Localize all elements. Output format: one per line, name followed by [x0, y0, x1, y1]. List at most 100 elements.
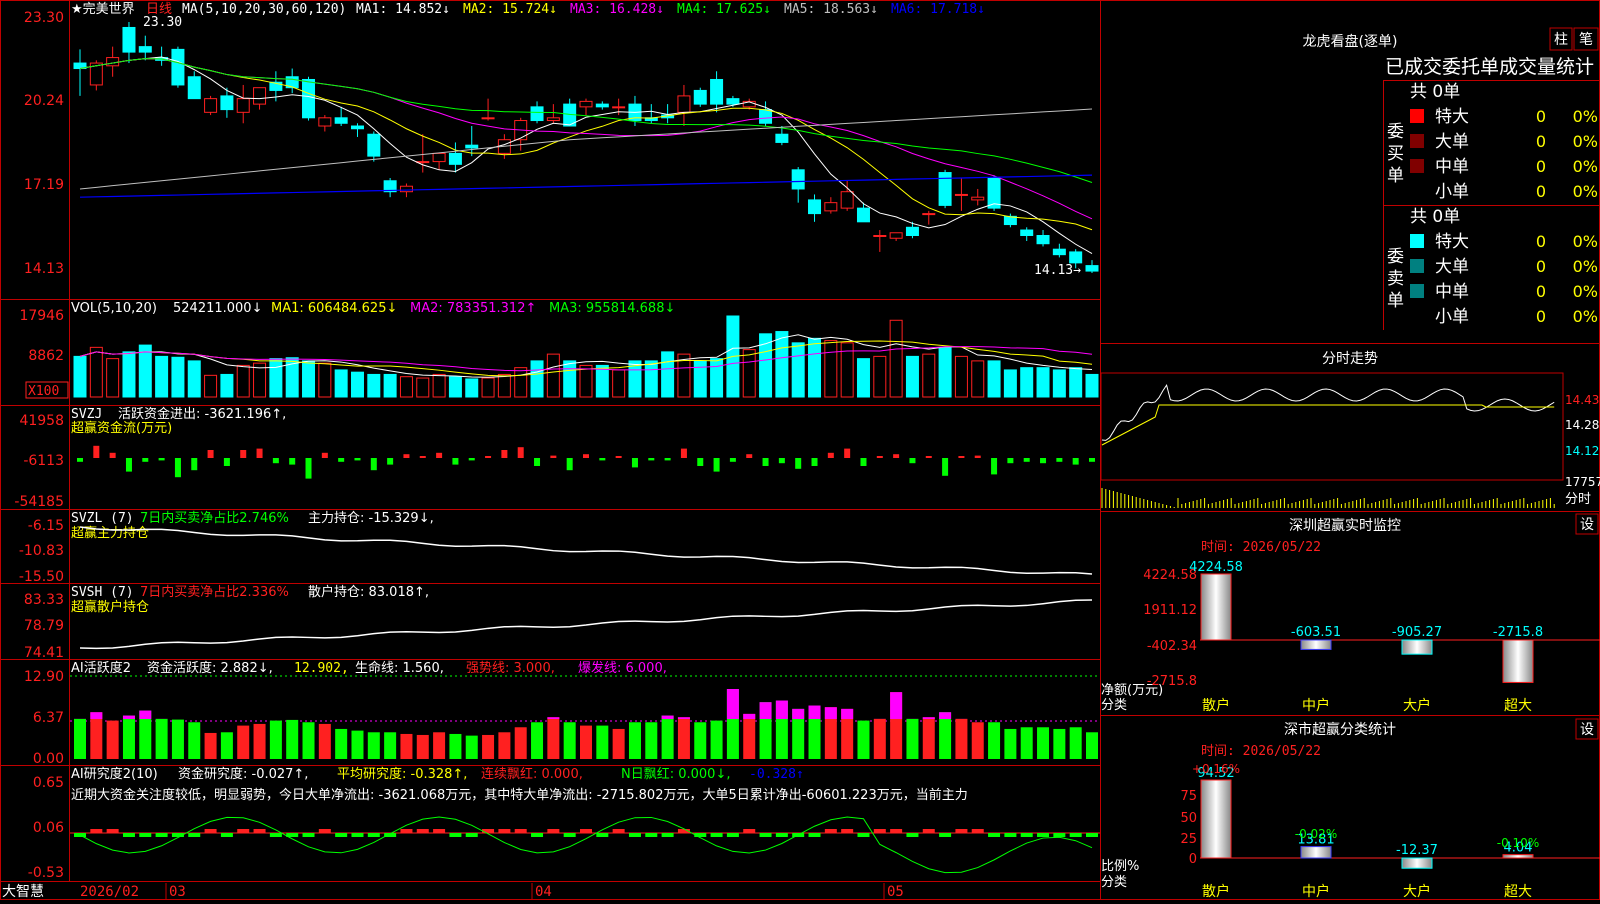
- ma1-value: MA1: 14.852↓: [356, 2, 450, 17]
- vol-unit: X100: [28, 384, 59, 399]
- vol-value: 524211.000↓: [173, 301, 262, 316]
- classification-chart[interactable]: 755025094.52散户13.81中户-12.37大户4.04超大+0.16…: [1180, 762, 1600, 900]
- research-chart[interactable]: [70, 817, 1100, 873]
- vol-ma3: MA3: 955814.688↓: [549, 301, 675, 316]
- intraday-vol-tick: 17757: [1565, 475, 1600, 489]
- research-bar: [596, 833, 608, 837]
- fund-flow-bar: [550, 456, 556, 458]
- activity-chart[interactable]: [70, 676, 1100, 759]
- research-bar: [890, 829, 902, 833]
- activity-bar: [90, 712, 102, 759]
- volume-bar: [270, 359, 282, 397]
- high-price-label: 23.30: [143, 15, 182, 30]
- bar-value: -12.37: [1396, 843, 1438, 858]
- volume-bar: [743, 350, 755, 397]
- candlestick-chart[interactable]: [74, 22, 1098, 273]
- candle-body: [368, 134, 380, 156]
- ai1-title: 资金活跃度: 2.882↓,: [147, 660, 273, 676]
- ai2-v2: 连续飘红: 0.000,: [481, 766, 583, 782]
- ai2-ytick: 0.06: [33, 820, 64, 836]
- volume-bar: [515, 368, 527, 397]
- ai1-header: AI活跃度2 资金活跃度: 2.882↓, 12.902, 生命线: 1.560…: [71, 660, 667, 676]
- retail-position-line[interactable]: [80, 600, 1092, 648]
- research-bar: [319, 829, 331, 833]
- volume-bar: [482, 378, 494, 397]
- fund-flow-bar: [436, 453, 442, 458]
- candle-body: [857, 208, 869, 222]
- candle-body: [809, 200, 821, 214]
- ma3-value: MA3: 16.428↓: [570, 2, 664, 17]
- volume-bar: [547, 354, 559, 397]
- volume-bar: [857, 359, 869, 397]
- activity-bar: [303, 722, 315, 759]
- fund-flow-bar: [567, 458, 573, 470]
- ai1-yaxis: 12.90 6.37 0.00: [24, 669, 64, 767]
- fund-flow-chart[interactable]: [77, 446, 1095, 479]
- activity-peak: [727, 689, 739, 719]
- activity-peak: [841, 709, 853, 719]
- volume-bar: [890, 320, 902, 397]
- activity-bar: [335, 729, 347, 759]
- activity-peak: [123, 716, 135, 719]
- volume-bar: [90, 347, 102, 397]
- vol-ytick: 17946: [19, 308, 64, 324]
- volume-bar: [156, 356, 168, 397]
- fund-flow-bar: [1089, 458, 1095, 462]
- activity-bar: [270, 721, 282, 759]
- research-bar: [107, 829, 119, 833]
- category-label: 超大: [1504, 698, 1532, 714]
- research-bar: [417, 829, 429, 833]
- intraday-chart[interactable]: 14.4314.2814.1217757分时: [1101, 373, 1600, 508]
- activity-bar: [874, 719, 886, 759]
- x-axis: 大智慧 2026/02 03 04 05: [2, 883, 904, 900]
- volume-chart[interactable]: [74, 316, 1098, 397]
- bar-value: -603.51: [1291, 625, 1341, 640]
- candle-body: [727, 99, 739, 104]
- main-force-position-line[interactable]: [80, 527, 1092, 574]
- low-price-label: 14.13→: [1034, 263, 1081, 278]
- order-name: 中单: [1435, 282, 1469, 302]
- intraday-frame: [1101, 373, 1563, 480]
- ytick: 50: [1180, 811, 1197, 826]
- volume-bar: [694, 361, 706, 397]
- classify-ylabel2: 分类: [1101, 875, 1127, 890]
- volume-bar: [825, 341, 837, 397]
- volume-bar: [303, 361, 315, 397]
- ai2-ytick: -0.53: [28, 865, 64, 881]
- research-bar: [449, 833, 461, 837]
- fund-flow-bar: [306, 458, 312, 479]
- category-bar: [1301, 640, 1331, 649]
- volume-bar: [564, 361, 576, 397]
- candle-body: [482, 118, 494, 119]
- ma2-value: MA2: 15.724↓: [463, 2, 557, 17]
- realtime-monitor-chart[interactable]: 4224.581911.12-402.34-2715.84224.58散户-60…: [1143, 560, 1600, 714]
- activity-bar: [286, 720, 298, 759]
- svzj-ytick: -6113: [23, 453, 64, 469]
- stock-chart-canvas[interactable]: ★完美世界 日线 MA(5,10,20,30,60,120) MA1: 14.8…: [0, 0, 1600, 900]
- fund-flow-bar: [485, 456, 491, 458]
- research-bar: [1086, 833, 1098, 837]
- research-bar: [515, 829, 527, 833]
- svsh-header: SVSH (7) 7日内买卖净占比2.336% 散户持仓: 83.018↑, 超…: [71, 584, 429, 615]
- activity-bar: [1053, 729, 1065, 759]
- volume-bar: [319, 363, 331, 397]
- stats-subtitle: 已成交委托单成交量统计: [1385, 56, 1594, 78]
- fund-flow-bar: [909, 458, 915, 463]
- xaxis-label: 2026/02: [80, 884, 139, 900]
- fund-flow-bar: [257, 449, 263, 458]
- research-bar: [1070, 833, 1082, 837]
- order-name: 特大: [1435, 107, 1469, 127]
- ytick: -402.34: [1147, 639, 1197, 654]
- fund-flow-bar: [420, 456, 426, 458]
- group-label: 委: [1387, 247, 1404, 267]
- ai2-label: AI研究度2(10): [71, 766, 158, 782]
- activity-bar: [580, 726, 592, 759]
- fund-flow-bar: [697, 458, 703, 466]
- bar-value: 4224.58: [1189, 560, 1243, 575]
- research-bar: [303, 833, 315, 837]
- svsh-ytick: 74.41: [24, 645, 64, 661]
- fund-flow-bar: [110, 453, 116, 458]
- ai1-label: AI活跃度2: [71, 660, 131, 676]
- volume-bar: [1021, 368, 1033, 397]
- ma5-line: [80, 57, 1092, 254]
